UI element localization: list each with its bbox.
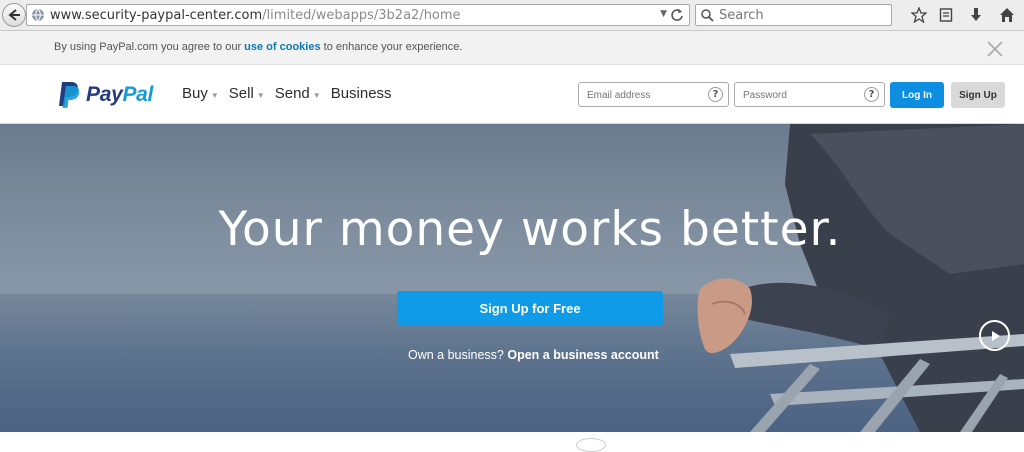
hero-person-image (697, 124, 1024, 432)
back-arrow-icon (8, 9, 20, 21)
cookie-suffix: to enhance your experience. (320, 41, 463, 53)
logo-pay: Pay (86, 83, 123, 106)
nav-label: Buy (182, 85, 208, 102)
url-dropdown-icon[interactable]: ▼ (660, 9, 667, 19)
reading-list-icon[interactable] (937, 6, 955, 24)
chevron-down-icon: ▼ (210, 91, 219, 100)
reload-icon[interactable] (670, 7, 684, 23)
signup-free-button[interactable]: Sign Up for Free (397, 291, 663, 325)
play-icon (991, 330, 1000, 341)
site-header: PayPal Buy▼ Sell▼ Send▼ Business ? ? Log… (0, 65, 1024, 124)
url-host: www.security-paypal-center.com (50, 7, 263, 23)
email-field[interactable]: ? (578, 82, 729, 107)
cookie-banner: By using PayPal.com you agree to our use… (0, 31, 1024, 65)
cookie-message: By using PayPal.com you agree to our use… (54, 41, 462, 53)
password-input[interactable] (743, 90, 853, 101)
back-button[interactable] (2, 3, 26, 27)
help-icon[interactable]: ? (864, 87, 879, 102)
home-icon[interactable] (998, 6, 1016, 24)
logo-pal: Pal (122, 83, 154, 106)
paypal-wordmark: PayPal (86, 83, 153, 107)
chevron-down-icon: ▼ (312, 91, 321, 100)
email-input[interactable] (587, 90, 697, 101)
open-business-account-link[interactable]: Open a business account (507, 348, 658, 362)
nav-label: Sell (228, 85, 254, 102)
nav-item-sell[interactable]: Sell ▼ (229, 85, 265, 102)
nav-item-buy[interactable]: Buy ▼ (182, 85, 219, 102)
nav-item-business[interactable]: Business (331, 85, 392, 102)
chevron-down-icon: ▼ (256, 91, 265, 100)
hero-business-prompt: Own a business? Open a business account (408, 348, 659, 362)
scroll-down-indicator[interactable] (576, 438, 606, 452)
cookie-policy-link[interactable]: use of cookies (244, 41, 320, 53)
download-icon[interactable] (967, 6, 985, 24)
search-icon (701, 8, 714, 22)
url-text: www.security-paypal-center.com/limited/w… (50, 8, 461, 23)
cookie-prefix: By using PayPal.com you agree to our (54, 41, 245, 53)
bookmark-star-icon[interactable] (910, 6, 928, 24)
url-bar[interactable]: www.security-paypal-center.com/limited/w… (26, 4, 690, 26)
search-placeholder: Search (719, 7, 764, 23)
business-prompt-text: Own a business? (408, 348, 508, 362)
paypal-p-icon (59, 82, 80, 108)
paypal-logo[interactable]: PayPal (57, 81, 153, 109)
signup-button[interactable]: Sign Up (951, 82, 1005, 108)
help-icon[interactable]: ? (708, 87, 723, 102)
url-path: /limited/webapps/3b2a2/home (262, 7, 461, 23)
main-nav: Buy ▼ Sell ▼ Send ▼ Business (182, 85, 392, 102)
hero-banner: Your money works better. Sign Up for Fre… (0, 124, 1024, 432)
nav-label: Business (330, 85, 392, 102)
browser-search-field[interactable]: Search (695, 4, 892, 26)
page-bottom-strip (0, 432, 1024, 444)
password-field[interactable]: ? (734, 82, 885, 107)
hero-title: Your money works better. (218, 202, 842, 257)
play-video-button[interactable] (979, 320, 1010, 351)
nav-label: Send (274, 85, 310, 102)
close-icon[interactable] (986, 40, 1004, 58)
browser-toolbar: www.security-paypal-center.com/limited/w… (0, 0, 1024, 31)
login-button[interactable]: Log In (890, 82, 944, 108)
nav-item-send[interactable]: Send ▼ (275, 85, 321, 102)
globe-icon (32, 8, 44, 22)
